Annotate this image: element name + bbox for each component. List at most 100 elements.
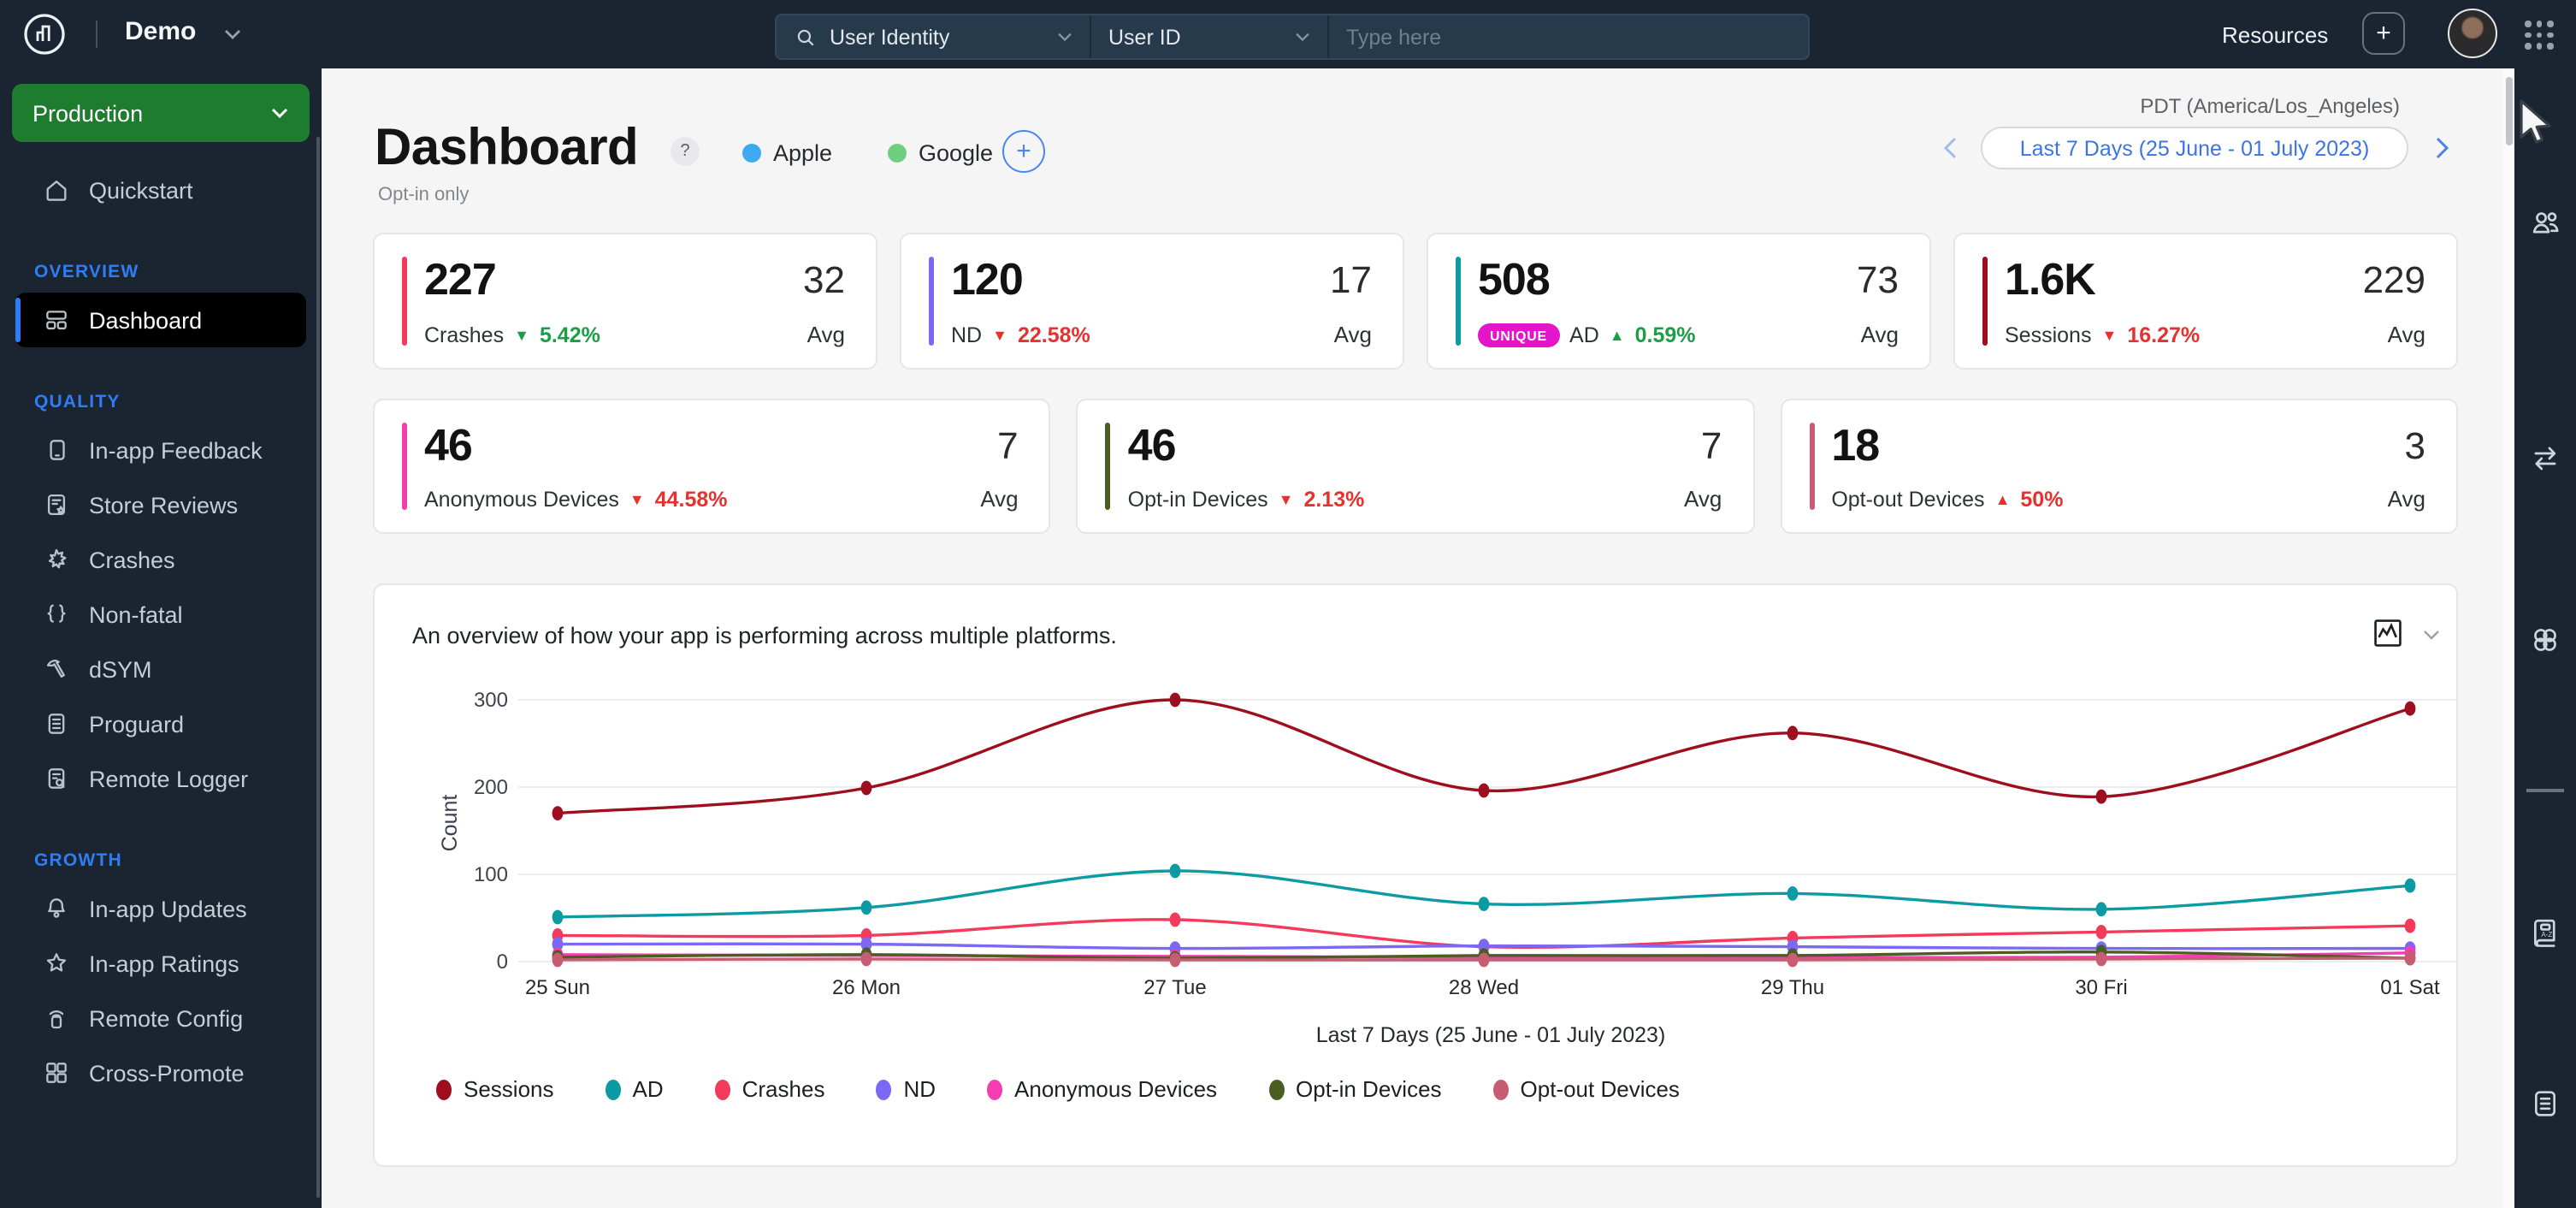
card-delta: 22.58% [1017,323,1090,347]
date-next-button[interactable] [2436,137,2449,159]
app-grid-icon[interactable] [2525,21,2554,50]
search-icon [794,25,818,49]
page-scrollbar-thumb[interactable] [2505,77,2512,145]
sidebar-item-label: Quickstart [89,177,193,203]
document-icon[interactable] [2528,1087,2562,1121]
sidebar-item-label: dSYM [89,656,152,682]
sidebar-scrollbar[interactable] [316,137,320,1198]
card-avg-label: Avg [2387,486,2425,512]
card-accent-bar [402,423,407,510]
sidebar-item-label: Remote Logger [89,766,249,791]
chevron-down-icon[interactable] [224,29,241,41]
card-avg-value: 17 [1330,258,1372,301]
chart-caption: Last 7 Days (25 June - 01 July 2023) [1315,1023,1666,1047]
legend-dot-icon [605,1079,621,1099]
clover-icon[interactable] [2528,623,2562,657]
sidebar-item-in-app-updates[interactable]: In-app Updates [15,881,306,936]
chart-legend: Sessions AD Crashes ND Anonymous Devices Opt-… [436,1076,1680,1102]
platform-filter-google[interactable]: Google [888,140,993,166]
platform-dot-icon [888,144,907,163]
glossary-book-icon[interactable]: A-Z [2528,915,2562,950]
stat-cards-row-2: 46 7 Anonymous Devices ▼ 44.58% Avg 46 7 Opt-in … [373,399,2458,534]
legend-item-anonymous-devices[interactable]: Anonymous Devices [987,1076,1217,1102]
card-avg-label: Avg [1683,486,1722,512]
search-input[interactable]: Type here [1327,15,1808,58]
sidebar-item-dsym[interactable]: dSYM [15,642,306,696]
sidebar-item-proguard[interactable]: Proguard [15,696,306,751]
stat-card-opt-out-devices[interactable]: 18 3 Opt-out Devices ▲ 50% Avg [1780,399,2458,534]
platform-label: Apple [773,140,833,166]
card-label: Anonymous Devices [424,488,619,512]
card-avg-value: 229 [2362,258,2425,301]
date-range-selector[interactable]: Last 7 Days (25 June - 01 July 2023) [1981,127,2408,169]
delta-down-triangle-icon: ▼ [629,490,645,507]
stat-card-anonymous-devices[interactable]: 46 7 Anonymous Devices ▼ 44.58% Avg [373,399,1051,534]
sidebar-item-label: In-app Ratings [89,950,239,976]
y-tick-100: 100 [473,862,508,886]
sidebar-item-dashboard[interactable]: Dashboard [15,293,306,347]
sidebar-item-store-reviews[interactable]: Store Reviews [15,477,306,532]
topbar-divider [96,21,97,48]
chevron-down-icon [270,107,289,119]
card-accent-bar [1809,423,1815,510]
y-tick-200: 200 [473,775,508,799]
mouse-cursor [2518,99,2562,151]
sidebar-item-remote-logger[interactable]: Remote Logger [15,751,306,806]
card-label: Opt-in Devices [1127,488,1268,512]
stat-card-sessions[interactable]: 1.6K 229 Sessions ▼ 16.27% Avg [1953,233,2458,370]
legend-item-opt-out-devices[interactable]: Opt-out Devices [1492,1076,1680,1102]
remote-logger-icon [43,765,70,792]
page-scrollbar-track[interactable] [2502,68,2514,1208]
card-avg-value: 73 [1857,258,1899,301]
create-new-button[interactable]: + [2362,12,2405,55]
card-value: 1.6K [2005,253,2096,305]
non-fatal-icon [43,601,70,628]
users-icon[interactable] [2528,205,2562,240]
delta-down-triangle-icon: ▼ [1278,490,1294,507]
stat-card-ad[interactable]: 508 73 UNIQUE AD ▲ 0.59% Avg [1427,233,1931,370]
sidebar-item-quickstart[interactable]: Quickstart [15,163,306,217]
card-accent-bar [1105,423,1111,510]
stat-card-nd[interactable]: 120 17 ND ▼ 22.58% Avg [900,233,1404,370]
card-delta: 5.42% [539,323,600,347]
legend-label: Crashes [741,1076,825,1102]
card-value: 18 [1831,419,1880,471]
sidebar-item-in-app-ratings[interactable]: In-app Ratings [15,936,306,991]
chevron-down-icon [1295,32,1310,42]
product-switcher[interactable]: Demo [125,17,196,46]
avatar[interactable] [2448,9,2497,58]
sidebar-item-non-fatal[interactable]: Non-fatal [15,587,306,642]
card-delta: 2.13% [1303,488,1365,512]
card-avg-value: 3 [2404,424,2425,467]
platform-filter-apple[interactable]: Apple [742,140,832,166]
date-prev-button[interactable] [1943,137,1957,159]
card-avg-label: Avg [1860,322,1899,347]
environment-selector[interactable]: Production [12,84,310,142]
legend-item-opt-in-devices[interactable]: Opt-in Devices [1268,1076,1442,1102]
sidebar-item-label: Remote Config [89,1005,244,1031]
card-accent-bar [402,257,407,346]
card-avg-label: Avg [806,322,845,347]
card-value: 46 [424,419,473,471]
legend-dot-icon [1268,1079,1285,1099]
legend-item-sessions[interactable]: Sessions [436,1076,554,1102]
help-icon[interactable]: ? [671,137,700,166]
sidebar-item-in-app-feedback[interactable]: In-app Feedback [15,423,306,477]
legend-item-crashes[interactable]: Crashes [714,1076,825,1102]
add-platform-button[interactable]: + [1002,130,1045,173]
card-avg-label: Avg [1333,322,1372,347]
swap-arrows-icon[interactable] [2528,441,2562,476]
search-scope-dropdown[interactable]: User Identity [777,15,1090,58]
stat-card-opt-in-devices[interactable]: 46 7 Opt-in Devices ▼ 2.13% Avg [1076,399,1755,534]
resources-link[interactable]: Resources [2222,22,2328,48]
sidebar-item-cross-promote[interactable]: Cross-Promote [15,1045,306,1100]
store-reviews-icon [43,491,70,518]
legend-item-nd[interactable]: ND [876,1076,936,1102]
app-logo-icon[interactable] [22,12,67,56]
sidebar-item-crashes[interactable]: Crashes [15,532,306,587]
legend-item-ad[interactable]: AD [605,1076,664,1102]
search-field-dropdown[interactable]: User ID [1090,15,1327,58]
stat-card-crashes[interactable]: 227 32 Crashes ▼ 5.42% Avg [373,233,877,370]
sidebar-item-remote-config[interactable]: Remote Config [15,991,306,1045]
card-avg-label: Avg [980,486,1019,512]
